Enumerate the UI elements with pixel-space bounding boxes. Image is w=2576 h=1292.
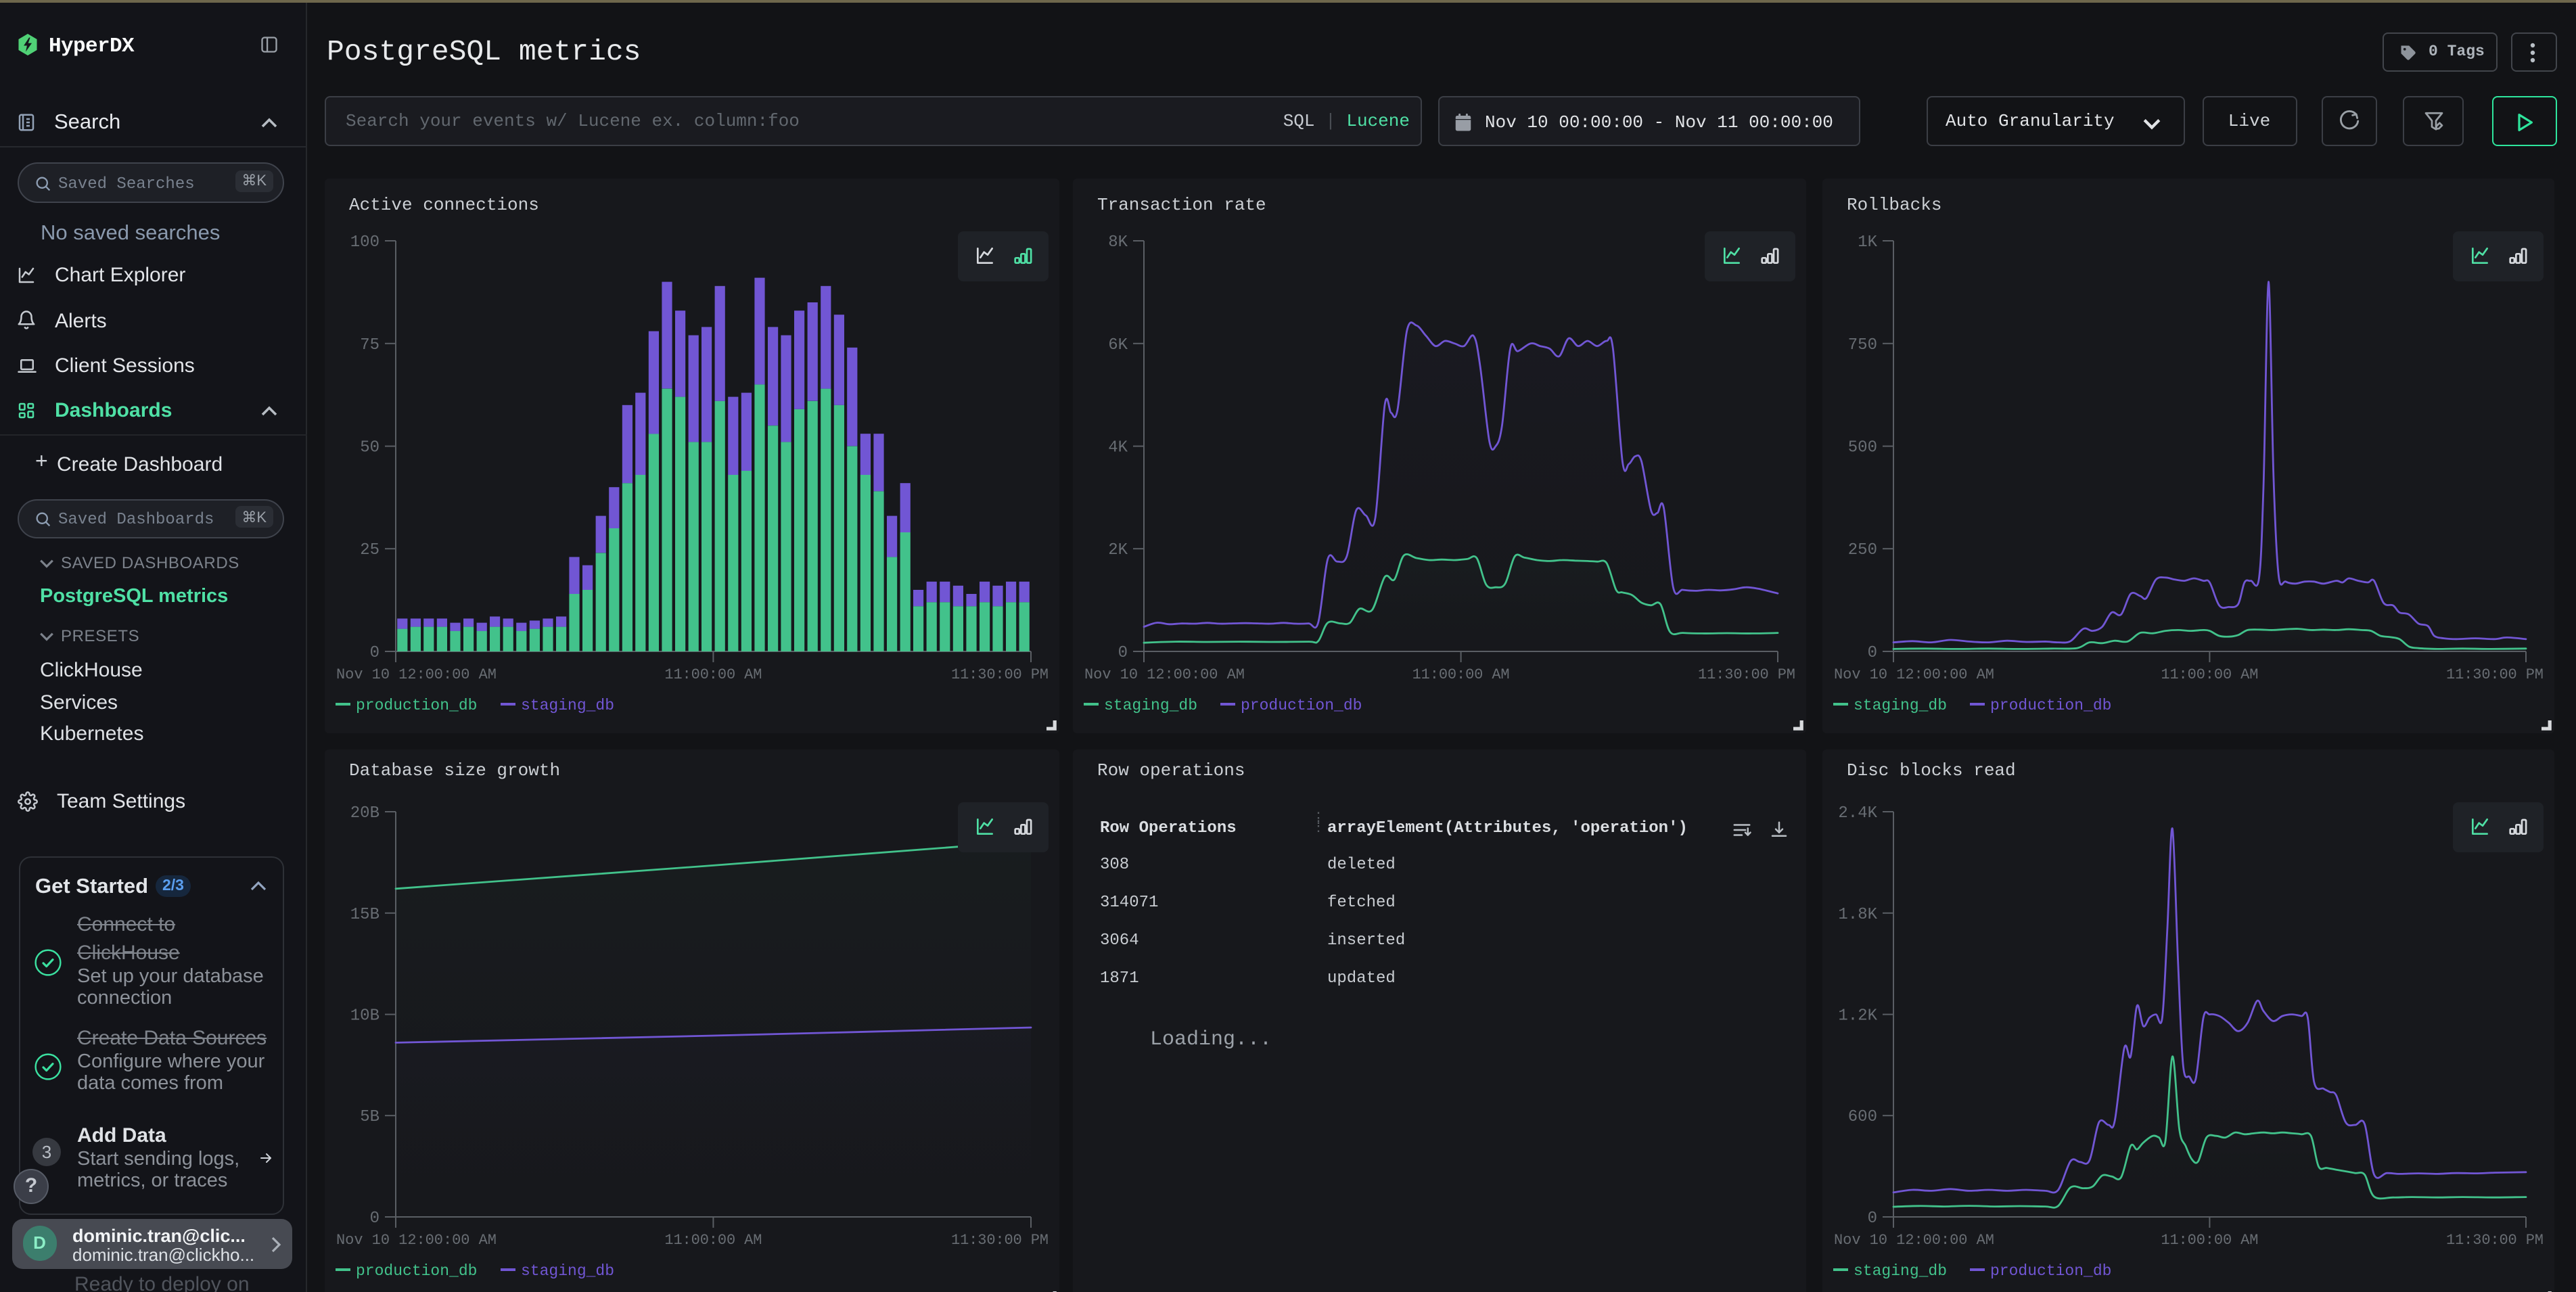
svg-text:production_db: production_db [356, 696, 477, 714]
svg-text:staging_db: staging_db [1854, 1262, 1947, 1279]
svg-text:11:30:00 PM: 11:30:00 PM [1698, 666, 1795, 683]
svg-text:2.4K: 2.4K [1838, 804, 1877, 822]
svg-text:1K: 1K [1858, 233, 1877, 251]
svg-text:11:00:00 AM: 11:00:00 AM [1412, 666, 1510, 683]
svg-text:11:30:00 PM: 11:30:00 PM [2446, 666, 2544, 683]
svg-text:staging_db: staging_db [521, 696, 614, 714]
svg-text:11:00:00 AM: 11:00:00 AM [664, 1231, 762, 1248]
svg-text:11:00:00 AM: 11:00:00 AM [664, 666, 762, 683]
svg-text:11:30:00 PM: 11:30:00 PM [951, 666, 1049, 683]
svg-text:staging_db: staging_db [1104, 696, 1197, 714]
svg-text:750: 750 [1848, 336, 1877, 354]
svg-text:staging_db: staging_db [521, 1262, 614, 1279]
svg-text:2K: 2K [1108, 540, 1128, 559]
svg-text:0: 0 [370, 1209, 380, 1227]
svg-text:11:30:00 PM: 11:30:00 PM [2446, 1231, 2544, 1248]
svg-text:Nov 10 12:00:00 AM: Nov 10 12:00:00 AM [1834, 1231, 1994, 1248]
svg-text:0: 0 [370, 643, 380, 662]
svg-text:Nov 10 12:00:00 AM: Nov 10 12:00:00 AM [336, 1231, 497, 1248]
svg-text:15B: 15B [350, 905, 380, 923]
svg-text:5B: 5B [360, 1107, 380, 1126]
svg-text:75: 75 [360, 336, 380, 354]
svg-text:500: 500 [1848, 438, 1877, 457]
svg-text:production_db: production_db [1241, 696, 1362, 714]
svg-text:10B: 10B [350, 1007, 380, 1025]
svg-text:50: 50 [360, 438, 380, 457]
svg-text:11:00:00 AM: 11:00:00 AM [2161, 1231, 2258, 1248]
svg-text:6K: 6K [1108, 336, 1128, 354]
svg-text:Nov 10 12:00:00 AM: Nov 10 12:00:00 AM [1834, 666, 1994, 683]
svg-text:Nov 10 12:00:00 AM: Nov 10 12:00:00 AM [336, 666, 497, 683]
svg-text:20B: 20B [350, 804, 380, 822]
svg-text:production_db: production_db [356, 1262, 477, 1279]
svg-text:1.2K: 1.2K [1838, 1007, 1877, 1025]
svg-text:11:00:00 AM: 11:00:00 AM [2161, 666, 2258, 683]
svg-text:4K: 4K [1108, 438, 1128, 457]
svg-text:0: 0 [1118, 643, 1128, 662]
svg-text:production_db: production_db [1990, 696, 2111, 714]
svg-text:8K: 8K [1108, 233, 1128, 251]
svg-text:100: 100 [350, 233, 380, 251]
svg-text:1.8K: 1.8K [1838, 905, 1877, 923]
svg-text:Nov 10 12:00:00 AM: Nov 10 12:00:00 AM [1084, 666, 1245, 683]
svg-text:production_db: production_db [1990, 1262, 2111, 1279]
svg-text:staging_db: staging_db [1854, 696, 1947, 714]
svg-text:600: 600 [1848, 1107, 1877, 1126]
svg-text:25: 25 [360, 540, 380, 559]
svg-text:11:30:00 PM: 11:30:00 PM [951, 1231, 1049, 1248]
svg-text:0: 0 [1868, 1209, 1877, 1227]
svg-text:0: 0 [1868, 643, 1877, 662]
svg-text:250: 250 [1848, 540, 1877, 559]
